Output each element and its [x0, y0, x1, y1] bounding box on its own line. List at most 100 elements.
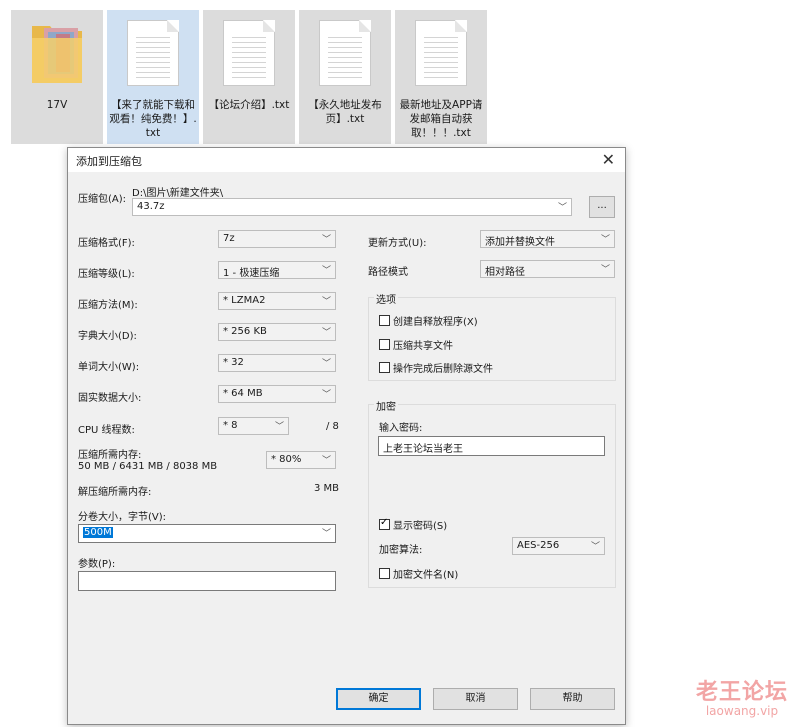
- chevron-down-icon: ﹀: [600, 235, 610, 245]
- archive-path: D:\图片\新建文件夹\: [132, 188, 224, 199]
- mem-percent-select[interactable]: * 80% ﹀: [266, 451, 336, 469]
- checkbox-icon: [379, 315, 390, 326]
- level-label: 压缩等级(L):: [78, 269, 135, 280]
- chevron-down-icon: ﹀: [321, 359, 331, 369]
- enc-method-select[interactable]: AES-256 ﹀: [512, 537, 605, 555]
- chevron-down-icon: ﹀: [321, 529, 331, 539]
- mem-value: 50 MB / 6431 MB / 8038 MB: [78, 461, 218, 472]
- file-txt-2[interactable]: 【论坛介绍】.txt: [203, 10, 295, 144]
- format-select[interactable]: 7z ﹀: [218, 230, 336, 248]
- help-button[interactable]: 帮助: [530, 688, 615, 710]
- format-value: 7z: [223, 233, 235, 244]
- encrypt-names-label: 加密文件名(N): [393, 570, 459, 581]
- dict-value: * 256 KB: [223, 326, 267, 337]
- text-file-icon: [223, 20, 275, 86]
- chevron-down-icon: ﹀: [274, 422, 284, 432]
- threads-value: * 8: [223, 420, 238, 431]
- checkbox-icon: [379, 568, 390, 579]
- path-value: 相对路径: [485, 267, 525, 278]
- path-select[interactable]: 相对路径 ﹀: [480, 260, 615, 278]
- dialog-title: 添加到压缩包: [76, 155, 142, 168]
- format-label: 压缩格式(F):: [78, 238, 135, 249]
- file-txt-4[interactable]: 最新地址及APP请发邮箱自动获取！！！.txt: [395, 10, 487, 144]
- level-value: 1 - 极速压缩: [223, 268, 280, 279]
- cancel-button[interactable]: 取消: [433, 688, 518, 710]
- chevron-down-icon: ﹀: [321, 235, 331, 245]
- update-select[interactable]: 添加并替换文件 ﹀: [480, 230, 615, 248]
- solid-label: 固实数据大小:: [78, 393, 142, 404]
- file-txt-3[interactable]: 【永久地址发布页】.txt: [299, 10, 391, 144]
- solid-value: * 64 MB: [223, 388, 263, 399]
- checkbox-icon: [379, 339, 390, 350]
- password-input[interactable]: 上老王论坛当老王: [378, 436, 605, 456]
- watermark-title: 老王论坛: [695, 680, 788, 705]
- chevron-down-icon: ﹀: [321, 297, 331, 307]
- mem-label: 压缩所需内存:: [78, 450, 142, 461]
- show-password-label: 显示密码(S): [393, 521, 448, 532]
- level-select[interactable]: 1 - 极速压缩 ﹀: [218, 261, 336, 279]
- text-file-icon: [127, 20, 179, 86]
- decomp-label: 解压缩所需内存:: [78, 487, 152, 498]
- file-name: 【永久地址发布页】.txt: [308, 99, 382, 125]
- file-txt-1[interactable]: 【来了就能下载和观看！纯免费！】.txt: [107, 10, 199, 144]
- archive-name-value: 43.7z: [137, 201, 165, 212]
- word-select[interactable]: * 32 ﹀: [218, 354, 336, 372]
- method-label: 压缩方法(M):: [78, 300, 138, 311]
- add-to-archive-dialog: 添加到压缩包 ✕ 压缩包(A): D:\图片\新建文件夹\ 43.7z ﹀ ..…: [67, 147, 626, 725]
- split-value: 500M: [83, 527, 113, 538]
- threads-select[interactable]: * 8 ﹀: [218, 417, 289, 435]
- chevron-down-icon: ﹀: [321, 328, 331, 338]
- chevron-down-icon: ﹀: [321, 390, 331, 400]
- params-input[interactable]: [78, 571, 336, 591]
- ok-button[interactable]: 确定: [336, 688, 421, 710]
- file-name: 17V: [46, 99, 68, 111]
- shared-checkbox[interactable]: 压缩共享文件: [379, 337, 453, 352]
- split-combo[interactable]: 500M ﹀: [78, 524, 336, 543]
- password-label: 输入密码:: [379, 423, 423, 434]
- update-label: 更新方式(U):: [368, 238, 427, 249]
- chevron-down-icon: ﹀: [321, 456, 331, 466]
- chevron-down-icon: ﹀: [557, 203, 567, 213]
- archive-label: 压缩包(A):: [78, 194, 127, 205]
- text-file-icon: [319, 20, 371, 86]
- browse-button[interactable]: ...: [589, 196, 615, 218]
- method-value: * LZMA2: [223, 295, 266, 306]
- encrypt-names-checkbox[interactable]: 加密文件名(N): [379, 566, 458, 581]
- file-name: 最新地址及APP请发邮箱自动获取！！！.txt: [399, 99, 483, 139]
- dict-select[interactable]: * 256 KB ﹀: [218, 323, 336, 341]
- delete-source-checkbox[interactable]: 操作完成后删除源文件: [379, 360, 493, 375]
- checkbox-icon: [379, 517, 390, 530]
- enc-method-label: 加密算法:: [379, 545, 423, 556]
- delete-source-label: 操作完成后删除源文件: [393, 364, 493, 375]
- enc-method-value: AES-256: [517, 540, 560, 551]
- solid-select[interactable]: * 64 MB ﹀: [218, 385, 336, 403]
- dict-label: 字典大小(D):: [78, 331, 137, 342]
- params-label: 参数(P):: [78, 559, 116, 570]
- file-folder-17v[interactable]: 17V: [11, 10, 103, 144]
- checkbox-icon: [379, 362, 390, 373]
- folder-icon: [26, 20, 88, 89]
- path-label: 路径模式: [368, 267, 408, 278]
- options-title: 选项: [374, 291, 398, 306]
- method-select[interactable]: * LZMA2 ﹀: [218, 292, 336, 310]
- chevron-down-icon: ﹀: [590, 542, 600, 552]
- archive-name-combo[interactable]: 43.7z ﹀: [132, 198, 572, 216]
- sfx-checkbox[interactable]: 创建自释放程序(X): [379, 313, 478, 328]
- threads-label: CPU 线程数:: [78, 425, 135, 436]
- update-value: 添加并替换文件: [485, 237, 555, 248]
- file-name: 【论坛介绍】.txt: [208, 99, 290, 111]
- split-label: 分卷大小，字节(V):: [78, 512, 167, 523]
- sfx-label: 创建自释放程序(X): [393, 317, 478, 328]
- chevron-down-icon: ﹀: [321, 266, 331, 276]
- decomp-value: 3 MB: [314, 483, 340, 494]
- watermark: 老王论坛 laowang.vip: [696, 674, 788, 718]
- dialog-titlebar: 添加到压缩包 ✕: [68, 148, 625, 172]
- shared-label: 压缩共享文件: [393, 341, 453, 352]
- mem-percent-value: * 80%: [271, 454, 302, 465]
- text-file-icon: [415, 20, 467, 86]
- chevron-down-icon: ﹀: [600, 265, 610, 275]
- threads-max: / 8: [326, 421, 339, 432]
- file-name: 【来了就能下载和观看！纯免费！】.txt: [109, 99, 197, 139]
- show-password-checkbox[interactable]: 显示密码(S): [379, 517, 447, 532]
- close-icon[interactable]: ✕: [602, 150, 615, 169]
